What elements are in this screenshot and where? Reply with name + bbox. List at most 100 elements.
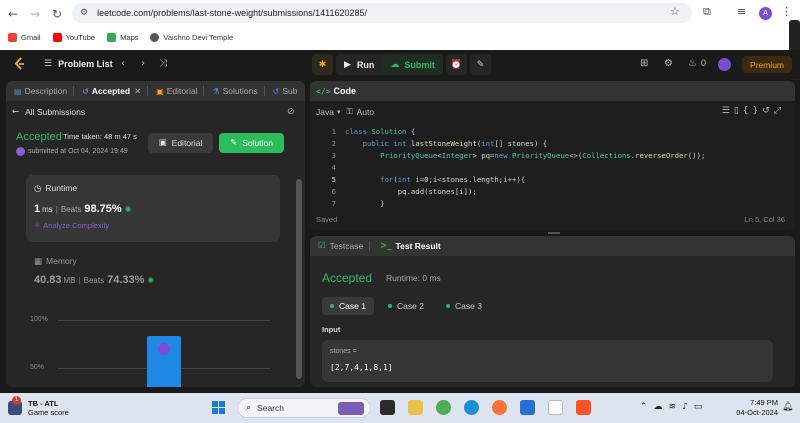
param-value: [2,7,4,1,8,1]	[330, 363, 393, 372]
history-icon: ↺	[272, 86, 280, 96]
share-link-icon[interactable]: ⊘	[287, 107, 295, 117]
tab-accepted[interactable]: ↺ Accepted ✕	[82, 86, 141, 97]
prev-problem-icon[interactable]: ‹	[121, 58, 125, 69]
bookmark-icon[interactable]: ▯	[734, 106, 743, 116]
cloud-icon[interactable]: ☁	[654, 402, 669, 412]
bookmarks-bar: Gmail YouTube Maps Vaishno Devi Temple	[0, 28, 800, 46]
bookmark-youtube[interactable]: YouTube	[52, 32, 95, 42]
file-explorer-icon[interactable]	[408, 400, 423, 415]
play-icon: ▶	[344, 59, 351, 70]
auto-mode[interactable]: Auto	[357, 107, 375, 117]
input-box: stones = [2,7,4,1,8,1]	[322, 340, 773, 382]
debug-icon[interactable]: ✱	[312, 54, 333, 75]
clock[interactable]: 7:49 PM 04-Oct-2024	[730, 398, 778, 418]
test-panel: ☑ Testcase >_ Test Result Accepted Runtime…	[310, 236, 795, 387]
bookmark-gmail[interactable]: Gmail	[8, 32, 41, 42]
close-tab-icon[interactable]: ✕	[134, 86, 141, 97]
runtime-heading: ◷ Runtime	[34, 183, 78, 194]
edge-icon[interactable]	[464, 400, 479, 415]
reset-icon[interactable]: ↺	[762, 106, 774, 116]
back-icon[interactable]: ←	[4, 5, 22, 23]
premium-button[interactable]: Premium	[742, 56, 792, 73]
task-view-icon[interactable]	[380, 400, 395, 415]
bookmark-maps[interactable]: Maps	[107, 32, 138, 42]
chrome-icon[interactable]	[436, 400, 451, 415]
system-tray: ⌃☁≋♪▭	[640, 402, 708, 412]
scrollbar[interactable]	[296, 179, 302, 379]
leetcode-header: ☰ Problem List ‹ › ⤨ ✱ ▶ Run ☁ Submit ⏰ ✎ …	[0, 50, 800, 79]
book-icon: ▣	[156, 86, 164, 96]
bookmark-star-icon[interactable]: ☆	[670, 5, 680, 18]
taskbar-search[interactable]: ⌕ Search	[237, 398, 371, 418]
firefox-icon[interactable]	[492, 400, 507, 415]
layout-icon[interactable]: ⊞	[640, 58, 648, 69]
forward-icon[interactable]: →	[26, 5, 44, 23]
solution-button[interactable]: ✎ Solution	[219, 133, 284, 153]
test-status: Accepted	[322, 271, 373, 285]
analyze-complexity-link[interactable]: ✧ Analyze Complexity	[34, 221, 109, 230]
memory-heading[interactable]: ▦ Memory	[34, 256, 77, 267]
notes-icon[interactable]: ✎	[470, 54, 491, 75]
runtime-card[interactable]: ◷ Runtime 1 ms | Beats 98.75% ✺ ✧ Analyze …	[26, 175, 280, 242]
store-icon[interactable]	[520, 400, 535, 415]
grid-line	[58, 320, 270, 321]
code-tab[interactable]: </> Code	[310, 81, 795, 101]
case-tab-2[interactable]: Case 2	[380, 297, 432, 315]
notification-bell-icon[interactable]: 🔔︎	[782, 402, 793, 412]
tab-search-icon[interactable]: ≡	[737, 5, 746, 18]
tab-testcase[interactable]: ☑ Testcase	[318, 241, 363, 251]
extensions-icon[interactable]: ⧉	[703, 5, 711, 19]
volume-icon[interactable]: ♪	[682, 402, 694, 412]
timer-icon[interactable]: ⏰	[446, 54, 467, 75]
fullscreen-icon[interactable]: ⤢	[774, 106, 785, 116]
browser-menu-icon[interactable]: ⋮	[781, 5, 792, 18]
avatar	[16, 147, 25, 156]
document-icon: ▤	[14, 86, 22, 96]
case-tab-1[interactable]: Case 1	[322, 297, 374, 315]
format-icon[interactable]: ☰	[722, 106, 734, 116]
tab-submissions[interactable]: ↺ Sub	[273, 86, 298, 96]
chevron-down-icon: ▾	[336, 108, 341, 116]
list-icon: ☰	[44, 59, 53, 69]
tab-solutions[interactable]: ⚗ Solutions	[212, 86, 257, 96]
edit-icon: ✎	[230, 138, 238, 148]
editorial-button[interactable]: ▣ Editorial	[148, 133, 213, 153]
site-info-icon[interactable]: ⚙	[80, 8, 88, 18]
bookmark-vaishno-devi[interactable]: Vaishno Devi Temple	[150, 32, 233, 42]
chevron-up-icon[interactable]: ⌃	[640, 402, 654, 412]
settings-icon[interactable]: ⚙	[664, 58, 673, 69]
address-bar[interactable]: ⚙ leetcode.com/problems/last-stone-weigh…	[72, 3, 692, 23]
wifi-icon[interactable]: ≋	[669, 402, 683, 412]
arrow-left-icon: ←	[12, 107, 20, 117]
braces-icon[interactable]: {}	[743, 106, 762, 116]
leetcode-logo-icon[interactable]	[14, 57, 26, 71]
checkbox-icon: ☑	[318, 241, 326, 251]
test-runtime: Runtime: 0 ms	[386, 273, 441, 283]
battery-icon[interactable]: ▭	[694, 402, 709, 412]
tab-editorial[interactable]: ▣ Editorial	[156, 86, 197, 96]
url-text: leetcode.com/problems/last-stone-weight/…	[97, 8, 368, 18]
run-button[interactable]: ▶ Run	[336, 54, 382, 75]
reload-icon[interactable]: ↻	[48, 5, 66, 23]
case-tab-3[interactable]: Case 3	[438, 297, 490, 315]
brave-icon[interactable]	[576, 400, 591, 415]
submit-button[interactable]: ☁ Submit	[382, 54, 443, 75]
tab-test-result[interactable]: >_ Test Result	[380, 241, 441, 251]
shuffle-icon[interactable]: ⤨	[159, 58, 167, 69]
profile-avatar[interactable]: A	[759, 7, 772, 20]
all-submissions-link[interactable]: ← All Submissions	[12, 107, 85, 117]
next-problem-icon[interactable]: ›	[141, 58, 145, 69]
notepad-icon[interactable]	[548, 400, 563, 415]
language-select[interactable]: Java	[316, 107, 334, 117]
search-icon: ⌕	[246, 403, 252, 413]
tab-description[interactable]: ▤ Description	[14, 86, 67, 96]
notification-badge: 1	[12, 396, 21, 405]
streak-fire-icon[interactable]: ♨	[688, 58, 697, 69]
windows-start-icon[interactable]	[212, 401, 226, 415]
user-avatar[interactable]	[718, 58, 731, 71]
cloud-upload-icon: ☁	[390, 59, 400, 70]
problem-list-button[interactable]: ☰ Problem List	[44, 59, 113, 69]
panel-resize-handle[interactable]	[548, 232, 560, 234]
time-taken: Time taken: 48 m 47 s	[63, 132, 137, 141]
test-tabs: ☑ Testcase >_ Test Result	[310, 236, 795, 256]
